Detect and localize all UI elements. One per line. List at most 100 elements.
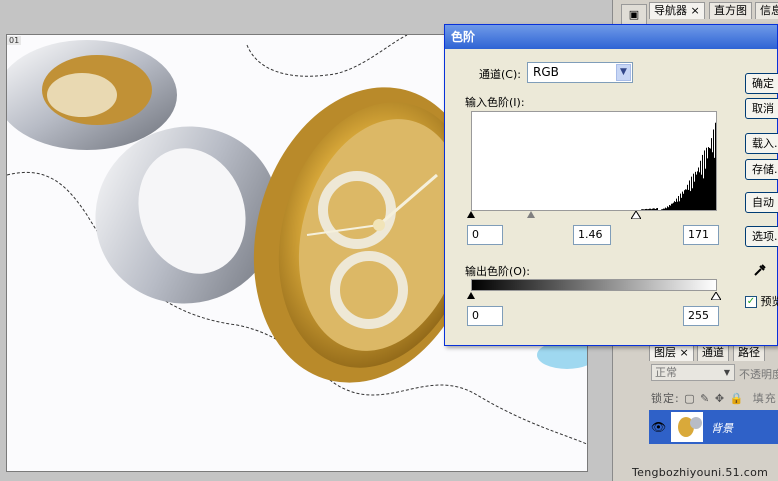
histogram-bar xyxy=(656,208,657,210)
histogram-bar xyxy=(670,205,671,210)
histogram-bar xyxy=(642,209,643,210)
histogram-bar xyxy=(695,171,696,210)
histogram-bar xyxy=(706,147,707,210)
histogram-bar xyxy=(701,174,702,210)
load-button[interactable]: 载入... xyxy=(745,133,778,154)
histogram-bar xyxy=(715,122,716,210)
preview-label: 预览 xyxy=(760,295,778,308)
tab-navigator[interactable]: 导航器 × xyxy=(649,2,705,19)
histogram-bar xyxy=(711,138,712,210)
output-black-field[interactable]: 0 xyxy=(467,306,503,326)
close-icon[interactable]: × xyxy=(691,4,700,17)
histogram-bar xyxy=(714,157,715,210)
tab-info-label: 信息 xyxy=(760,4,778,17)
histogram-bar xyxy=(682,191,683,210)
histogram-bar xyxy=(674,201,675,210)
histogram-bar xyxy=(684,190,685,210)
histogram-bar xyxy=(681,197,682,210)
output-white-field[interactable]: 255 xyxy=(683,306,719,326)
histogram-bar xyxy=(705,168,706,210)
histogram-bar xyxy=(646,208,647,210)
input-gamma-field[interactable]: 1.46 xyxy=(573,225,611,245)
output-slider[interactable] xyxy=(467,292,721,302)
histogram xyxy=(471,111,717,211)
histogram-bar xyxy=(676,198,677,210)
histogram-bar xyxy=(697,171,698,210)
ok-button[interactable]: 确定 xyxy=(745,73,778,94)
channel-label: 通道(C): xyxy=(479,68,521,81)
checkbox-icon[interactable]: ✓ xyxy=(745,296,757,308)
lock-all-icon[interactable]: 🔒 xyxy=(730,392,745,405)
histogram-bar xyxy=(665,207,666,210)
histogram-bar xyxy=(663,208,664,210)
histogram-bar xyxy=(647,209,648,210)
input-white-field[interactable]: 171 xyxy=(683,225,719,245)
histogram-bar xyxy=(699,172,700,210)
tab-info[interactable]: 信息 xyxy=(755,2,778,19)
channel-select[interactable]: RGB ▼ xyxy=(527,62,633,83)
tab-layers[interactable]: 图层 × xyxy=(649,344,694,361)
input-levels-label: 输入色阶(I): xyxy=(465,96,525,109)
input-slider[interactable] xyxy=(467,211,717,221)
tab-channels[interactable]: 通道 xyxy=(697,344,729,361)
histogram-bar xyxy=(688,189,689,210)
lock-transparent-icon[interactable]: ▢ xyxy=(684,392,695,405)
eye-icon[interactable]: 👁 xyxy=(651,420,666,434)
preview-checkbox[interactable]: ✓ 预览 xyxy=(745,293,778,309)
output-gradient xyxy=(471,279,717,291)
histogram-bar xyxy=(645,209,646,210)
tab-paths[interactable]: 路径 xyxy=(733,344,765,361)
histogram-bar xyxy=(671,203,672,210)
histogram-bar xyxy=(644,209,645,210)
tab-channels-label: 通道 xyxy=(702,346,724,359)
histogram-bar xyxy=(708,147,709,210)
layer-name[interactable]: 背景 xyxy=(711,420,733,436)
histogram-bar xyxy=(669,204,670,210)
tab-navigator-label: 导航器 xyxy=(654,4,687,17)
lock-move-icon[interactable]: ✥ xyxy=(715,392,725,405)
close-icon[interactable]: × xyxy=(680,346,689,359)
save-button[interactable]: 存储... xyxy=(745,159,778,180)
levels-dialog: 色阶 通道(C): RGB ▼ 输入色阶(I): 0 1.46 171 输出色阶… xyxy=(444,24,778,346)
tab-histogram-label: 直方图 xyxy=(714,4,747,17)
histogram-bar xyxy=(709,147,710,210)
input-black-field[interactable]: 0 xyxy=(467,225,503,245)
histogram-bar xyxy=(641,209,642,210)
cancel-button[interactable]: 取消 xyxy=(745,98,778,119)
histogram-bar xyxy=(694,181,695,210)
output-black-handle[interactable] xyxy=(467,292,475,299)
black-eyedropper-icon[interactable] xyxy=(753,263,767,280)
histogram-bar xyxy=(643,209,644,210)
opacity-label: 不透明度 xyxy=(739,368,778,381)
document-tag: 01 xyxy=(7,36,22,45)
blend-mode-select[interactable]: 正常 ▼ xyxy=(651,364,735,381)
dialog-title[interactable]: 色阶 xyxy=(445,25,777,49)
histogram-bar xyxy=(692,188,693,210)
histogram-bar xyxy=(691,176,692,210)
histogram-bar xyxy=(657,208,658,210)
histogram-bar xyxy=(653,208,654,210)
gamma-handle[interactable] xyxy=(527,211,535,218)
tab-histogram[interactable]: 直方图 xyxy=(709,2,752,19)
histogram-bar xyxy=(687,184,688,210)
histogram-bar xyxy=(654,208,655,210)
histogram-bar xyxy=(707,158,708,210)
histogram-bar xyxy=(679,201,680,210)
histogram-bar xyxy=(667,206,668,210)
output-white-handle[interactable] xyxy=(711,292,721,300)
image-tool-icon[interactable]: ▣ xyxy=(621,4,647,26)
options-button[interactable]: 选项... xyxy=(745,226,778,247)
lock-brush-icon[interactable]: ✎ xyxy=(700,392,710,405)
histogram-bar xyxy=(661,209,662,210)
black-point-handle[interactable] xyxy=(467,211,475,218)
chevron-down-icon: ▼ xyxy=(616,64,631,81)
auto-button[interactable]: 自动 xyxy=(745,192,778,213)
layer-thumbnail xyxy=(671,412,703,442)
histogram-bar xyxy=(655,209,656,210)
histogram-bar xyxy=(700,160,701,210)
white-point-handle[interactable] xyxy=(631,211,641,219)
histogram-bar xyxy=(673,202,674,210)
histogram-bar xyxy=(672,203,673,210)
histogram-bar xyxy=(704,150,705,210)
histogram-bar xyxy=(677,201,678,210)
